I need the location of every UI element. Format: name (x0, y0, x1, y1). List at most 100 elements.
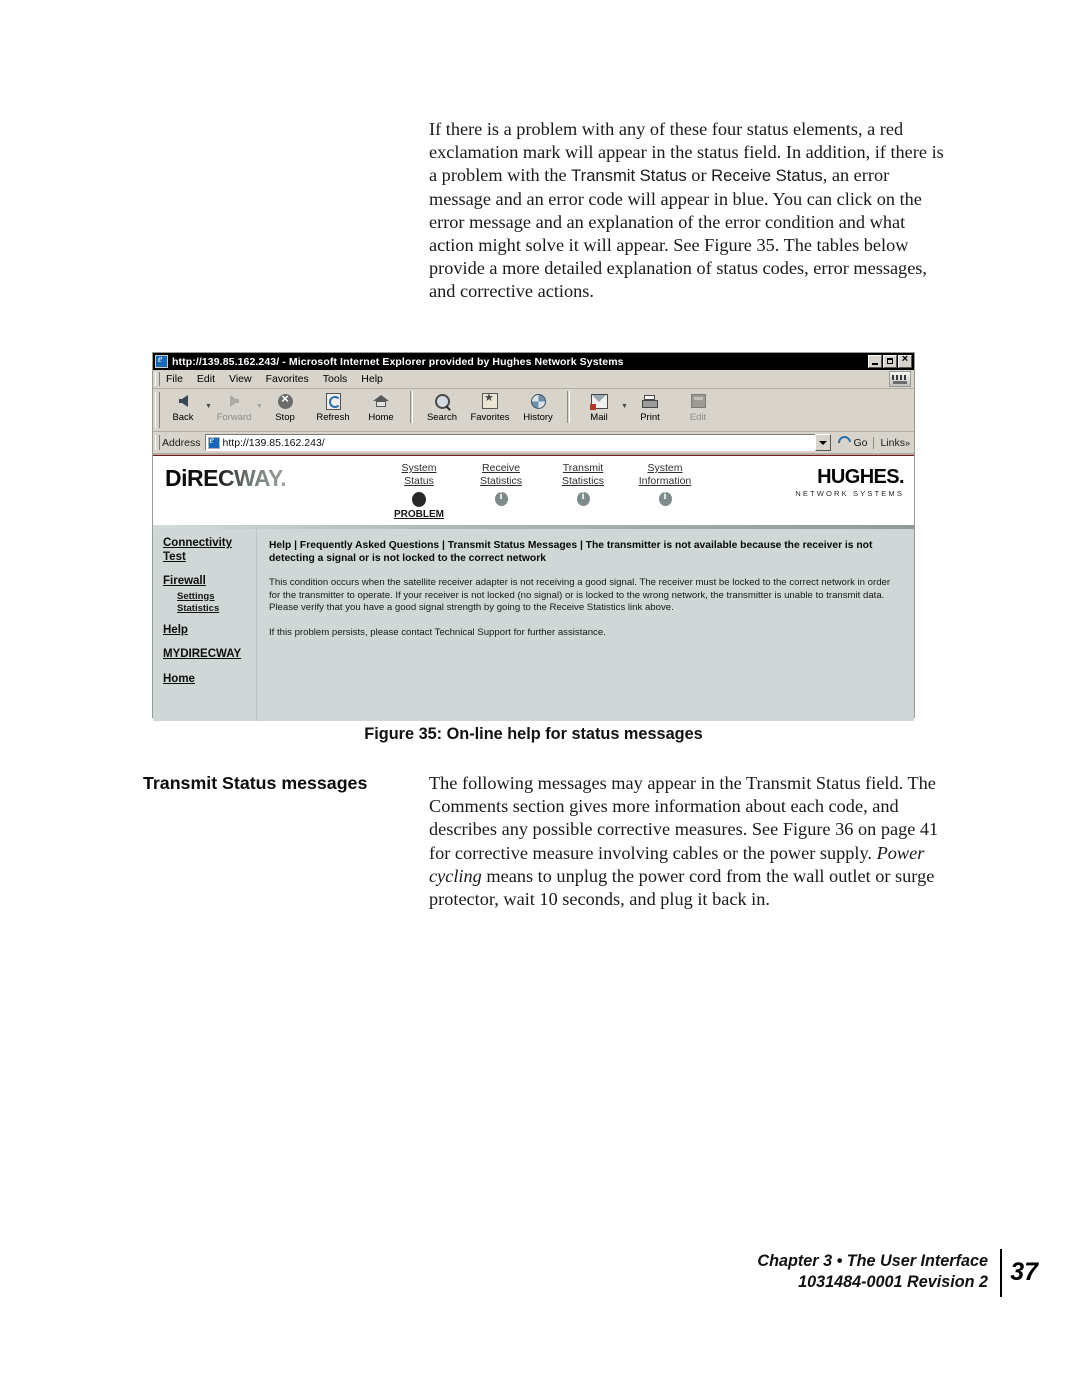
intro-paragraph: If there is a problem with any of these … (429, 118, 949, 304)
browser-menu-bar: File Edit View Favorites Tools Help (153, 370, 914, 389)
nav-receive-statistics-line2: Statistics (479, 474, 522, 487)
menu-view[interactable]: View (222, 373, 259, 385)
forward-arrow-icon (223, 391, 245, 411)
section-body-part2: means to unplug the power cord from the … (429, 865, 935, 910)
sidebar-item-connectivity-test[interactable]: Connectivity Test (163, 537, 256, 564)
mail-icon (588, 391, 610, 411)
page-favicon-icon (207, 435, 220, 449)
section-body-paragraph: The following messages may appear in the… (429, 772, 949, 911)
hughes-logo-tagline: NETWORK SYSTEMS (795, 489, 904, 498)
window-controls (868, 354, 912, 368)
section-heading: Transmit Status messages (143, 773, 368, 793)
sidebar-item-mydirecway[interactable]: MYDIRECWAY (163, 648, 256, 662)
back-arrow-icon (172, 391, 194, 411)
home-icon (370, 391, 392, 411)
address-label: Address (162, 436, 201, 449)
menu-edit[interactable]: Edit (190, 373, 222, 385)
window-title: http://139.85.162.243/ - Microsoft Inter… (172, 355, 624, 368)
menu-help[interactable]: Help (354, 373, 390, 385)
sidebar-item-firewall[interactable]: Firewall (163, 575, 256, 589)
site-nav: System Status PROBLEM Receive Statistics… (385, 462, 699, 520)
stop-icon (274, 391, 296, 411)
back-button[interactable]: Back (159, 391, 207, 423)
footer-divider (1000, 1249, 1002, 1297)
forward-button-label: Forward (216, 412, 252, 423)
mail-button[interactable]: Mail (575, 391, 623, 423)
favorites-button[interactable]: Favorites (466, 391, 514, 423)
rendered-web-page: DiRECWAY. System Status PROBLEM Receive … (153, 455, 914, 725)
links-button[interactable]: Links» (873, 436, 914, 449)
refresh-icon (322, 391, 344, 411)
edit-button[interactable]: Edit (674, 391, 722, 423)
forward-button[interactable]: Forward (210, 391, 258, 423)
menu-favorites[interactable]: Favorites (259, 373, 316, 385)
print-button[interactable]: Print (626, 391, 674, 423)
favorites-star-icon (479, 391, 501, 411)
close-icon[interactable] (898, 354, 912, 368)
history-clock-icon (527, 391, 549, 411)
site-header: DiRECWAY. System Status PROBLEM Receive … (153, 456, 914, 529)
page-number: 37 (1010, 1258, 1038, 1286)
menu-file[interactable]: File (159, 373, 190, 385)
transmit-status-term: Transmit Status (571, 166, 687, 186)
browser-title-bar: http://139.85.162.243/ - Microsoft Inter… (153, 353, 914, 370)
stop-button[interactable]: Stop (261, 391, 309, 424)
restore-icon[interactable] (883, 355, 897, 368)
nav-transmit-statistics[interactable]: Transmit Statistics (549, 462, 617, 508)
page-footer: Chapter 3 • The User Interface 1031484-0… (757, 1251, 988, 1293)
nav-system-status-line1: System (401, 462, 437, 474)
info-dot-icon (467, 490, 535, 508)
nav-system-information-line2: Information (638, 474, 692, 487)
intro-text-mid: or (686, 165, 712, 186)
address-input[interactable]: http://139.85.162.243/ (204, 434, 817, 451)
sidebar-item-help[interactable]: Help (163, 624, 256, 638)
nav-transmit-statistics-line2: Statistics (561, 474, 604, 487)
refresh-button-label: Refresh (316, 412, 350, 423)
sidebar-item-home[interactable]: Home (163, 673, 256, 687)
browser-logo-animation-icon (889, 371, 911, 387)
stop-button-label: Stop (275, 412, 295, 423)
nav-transmit-statistics-line1: Transmit (562, 462, 604, 474)
links-chevron-icon: » (904, 437, 910, 448)
status-badge: PROBLEM (394, 509, 444, 520)
figure-caption: Figure 35: On-line help for status messa… (364, 725, 703, 743)
mail-button-label: Mail (590, 412, 608, 423)
print-button-label: Print (640, 412, 660, 423)
home-button[interactable]: Home (357, 391, 405, 423)
info-dot-icon (549, 490, 617, 508)
hughes-logo: HUGHES. NETWORK SYSTEMS (795, 467, 904, 498)
edit-button-label: Edit (689, 412, 707, 423)
breadcrumb: Help | Frequently Asked Questions | Tran… (269, 540, 873, 564)
direcway-logo: DiRECWAY. (165, 465, 287, 491)
home-button-label: Home (368, 412, 394, 423)
history-button[interactable]: History (514, 391, 562, 423)
browser-window-screenshot: http://139.85.162.243/ - Microsoft Inter… (152, 352, 915, 725)
search-button[interactable]: Search (418, 391, 466, 423)
info-dot-icon (631, 490, 699, 508)
menu-tools[interactable]: Tools (316, 373, 355, 385)
nav-system-information[interactable]: System Information (631, 462, 699, 508)
refresh-button[interactable]: Refresh (309, 391, 357, 423)
browser-address-bar: Address http://139.85.162.243/ Go Links» (153, 432, 914, 455)
sidebar-item-firewall-settings[interactable]: Settings (177, 591, 256, 603)
go-arrow-icon (835, 433, 855, 452)
toolbar-separator-2 (567, 391, 570, 423)
nav-system-information-line1: System (647, 462, 683, 474)
history-button-label: History (523, 412, 553, 423)
page-main-content: Help | Frequently Asked Questions | Tran… (257, 529, 914, 721)
header-divider (153, 525, 914, 529)
hughes-logo-wordmark: HUGHES. (817, 466, 905, 488)
nav-system-status-line2: Status (404, 474, 434, 487)
footer-docnumber-line: 1031484-0001 Revision 2 (798, 1273, 988, 1291)
minimize-icon[interactable] (868, 355, 882, 368)
nav-receive-statistics[interactable]: Receive Statistics (467, 462, 535, 508)
go-button-label: Go (853, 436, 868, 449)
go-button[interactable]: Go (835, 433, 868, 452)
nav-system-status[interactable]: System Status PROBLEM (385, 462, 453, 520)
address-dropdown-button[interactable] (815, 434, 832, 451)
sidebar-item-firewall-statistics[interactable]: Statistics (177, 603, 256, 615)
search-icon (431, 391, 453, 411)
toolbar-separator (410, 391, 413, 423)
intro-text-part2: , an error message and an error code wil… (429, 165, 927, 302)
